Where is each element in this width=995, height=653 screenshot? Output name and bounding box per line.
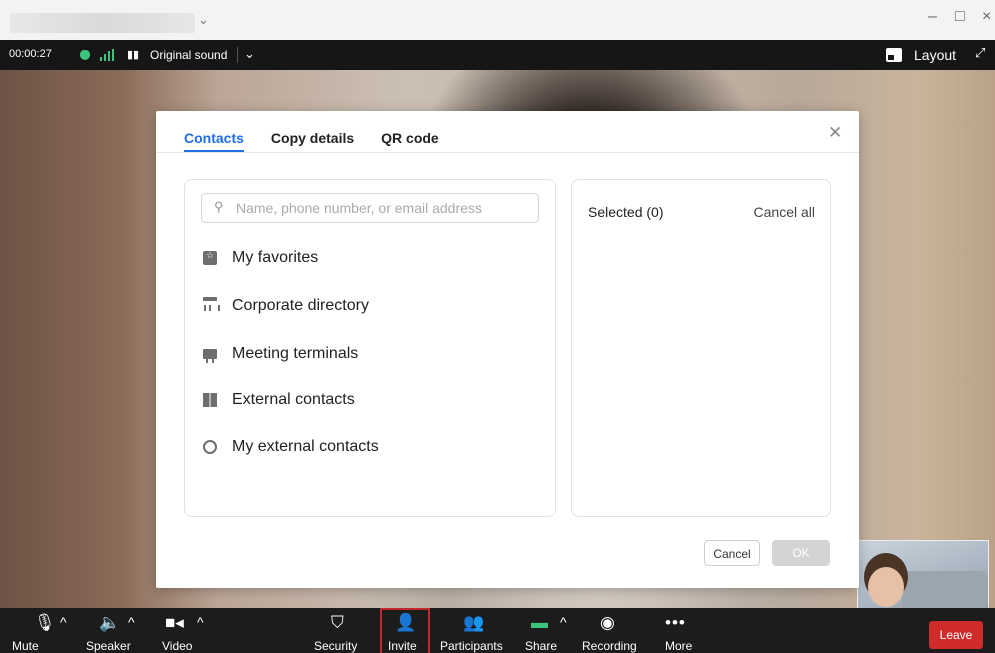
toolbar-label: More — [665, 639, 693, 653]
participants-button[interactable]: 👥 Participants — [438, 608, 513, 653]
external-network-icon — [203, 440, 217, 454]
leave-button[interactable]: Leave — [929, 621, 983, 649]
layout-icon[interactable] — [886, 48, 902, 62]
org-chart-icon — [203, 297, 220, 315]
category-label: My external contacts — [232, 438, 379, 455]
toolbar-label: Participants — [440, 639, 503, 653]
tab-divider — [156, 152, 859, 153]
self-view-thumbnail[interactable] — [857, 540, 989, 608]
category-label: Corporate directory — [232, 297, 369, 314]
divider — [237, 47, 238, 63]
video-camera-icon: ■◂ — [165, 613, 184, 632]
category-label: Meeting terminals — [232, 345, 359, 362]
share-screen-icon: ▬ — [531, 613, 548, 632]
category-external-contacts[interactable]: External contacts — [203, 388, 355, 412]
category-label: My favorites — [232, 249, 319, 266]
add-person-icon: 👤 — [395, 613, 417, 632]
window-title-redacted — [10, 13, 195, 33]
toolbar-label: Share — [525, 639, 558, 653]
dialog-tabs: Contacts Copy details QR code — [184, 130, 439, 146]
ok-button[interactable]: OK — [772, 540, 830, 566]
category-meeting-terminals[interactable]: Meeting terminals — [203, 342, 358, 366]
record-icon: ◉ — [600, 613, 615, 632]
toolbar-label: Security — [314, 639, 358, 653]
toolbar-label: Mute — [12, 639, 39, 653]
active-tab-underline — [184, 150, 244, 152]
microphone-icon: 🎙 — [34, 613, 56, 632]
original-sound-dropdown-icon[interactable]: ⌄ — [244, 46, 255, 62]
search-box[interactable]: ⚲ — [201, 193, 539, 223]
thumbnail-sofa — [902, 571, 988, 608]
category-corporate-directory[interactable]: Corporate directory — [203, 294, 369, 318]
fullscreen-icon[interactable]: ⤢ — [975, 45, 985, 61]
toolbar-label: Recording — [582, 639, 637, 653]
more-button[interactable]: ••• More — [660, 608, 705, 653]
meeting-toolbar: 🎙 ^ Mute 🔈 ^ Speaker ■◂ ^ Video ⛉ Securi… — [0, 608, 995, 653]
recording-button[interactable]: ◉ Recording — [580, 608, 645, 653]
speaker-button[interactable]: 🔈 ^ Speaker — [82, 608, 152, 653]
tab-contacts[interactable]: Contacts — [184, 130, 244, 146]
share-button[interactable]: ▬ ^ Share — [524, 608, 579, 653]
share-options-caret[interactable]: ^ — [560, 614, 567, 630]
shield-icon: ⛉ — [331, 613, 344, 632]
tab-qr-code[interactable]: QR code — [381, 130, 439, 146]
original-sound-icon: ▮▮ — [127, 49, 140, 61]
toolbar-label: Video — [162, 639, 193, 653]
meeting-status-bar: 00:00:27 ▮▮ Original sound ⌄ Layout ⤢ — [0, 40, 995, 70]
cancel-button[interactable]: Cancel — [704, 540, 760, 566]
title-dropdown-icon[interactable]: ⌄ — [198, 12, 209, 28]
signal-strength-icon[interactable] — [100, 49, 114, 61]
invite-dialog: Contacts Copy details QR code ✕ ⚲ My fav… — [156, 111, 859, 588]
close-icon[interactable]: ✕ — [828, 123, 842, 143]
thumbnail-person — [868, 567, 904, 607]
more-dots-icon: ••• — [665, 613, 686, 632]
layout-button[interactable]: Layout — [914, 47, 956, 63]
video-options-caret[interactable]: ^ — [197, 614, 204, 630]
close-window-button[interactable]: × — [982, 8, 991, 26]
cancel-all-link[interactable]: Cancel all — [754, 204, 815, 220]
speaker-icon: 🔈 — [99, 613, 121, 632]
video-button[interactable]: ■◂ ^ Video — [160, 608, 220, 653]
favorites-folder-icon — [203, 250, 217, 265]
terminal-icon — [203, 349, 217, 363]
toolbar-label: Speaker — [86, 639, 131, 653]
invite-button[interactable]: 👤 Invite — [380, 608, 430, 653]
window-titlebar: ⌄ – □ × — [0, 0, 995, 40]
selected-count: Selected (0) — [588, 204, 664, 220]
building-icon — [203, 393, 217, 407]
minimize-button[interactable]: – — [928, 8, 937, 26]
meeting-timer: 00:00:27 — [9, 48, 52, 60]
security-button[interactable]: ⛉ Security — [310, 608, 370, 653]
mute-options-caret[interactable]: ^ — [60, 614, 67, 630]
selected-pane: Selected (0) Cancel all — [571, 179, 831, 517]
tab-copy-details[interactable]: Copy details — [271, 130, 354, 146]
contacts-pane: ⚲ My favorites Corporate directory Meeti… — [184, 179, 556, 517]
category-label: External contacts — [232, 391, 355, 408]
search-input[interactable] — [234, 197, 534, 219]
speaker-options-caret[interactable]: ^ — [128, 614, 135, 630]
maximize-button[interactable]: □ — [955, 8, 965, 26]
mute-button[interactable]: 🎙 ^ Mute — [0, 608, 80, 653]
search-icon: ⚲ — [214, 199, 224, 214]
original-sound-label[interactable]: Original sound — [150, 48, 227, 62]
category-my-external-contacts[interactable]: My external contacts — [203, 435, 379, 459]
toolbar-label: Invite — [388, 639, 417, 653]
participants-icon: 👥 — [463, 613, 485, 632]
security-status-icon — [80, 50, 90, 60]
category-my-favorites[interactable]: My favorites — [203, 246, 318, 270]
